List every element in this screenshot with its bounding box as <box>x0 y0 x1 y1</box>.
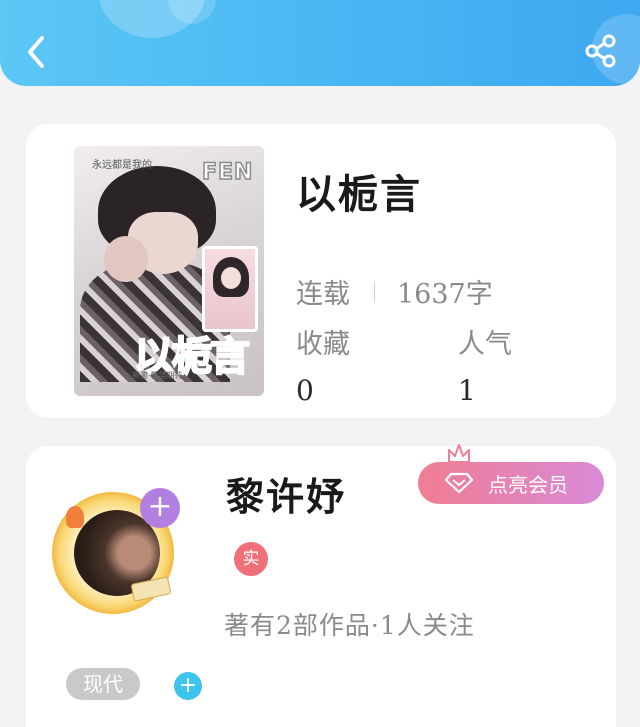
serial-status: 连载 <box>296 279 350 310</box>
diamond-icon <box>444 472 474 494</box>
cover-art <box>221 267 241 289</box>
vip-button-label: 点亮会员 <box>488 472 568 497</box>
genre-tag[interactable]: 现代 <box>66 668 140 700</box>
top-bar <box>0 0 640 86</box>
cover-tagline: 永远都是我的 <box>92 160 152 171</box>
popularity-count: 1 <box>458 374 476 407</box>
book-info-card: 永远都是我的 FEN 以栀言 新書·敬請期待 以栀言 连载 1637字 收藏 人… <box>26 124 616 418</box>
share-icon <box>585 34 616 68</box>
author-stats: 著有2部作品·1人关注 <box>224 611 475 640</box>
vip-button[interactable]: 点亮会员 <box>418 462 604 504</box>
cover-subtitle: 新書·敬請期待 <box>132 371 183 380</box>
book-cover[interactable]: 永远都是我的 FEN 以栀言 新書·敬請期待 <box>74 146 264 396</box>
add-tag-button[interactable]: + <box>174 672 202 700</box>
share-button[interactable] <box>584 34 618 68</box>
cover-art <box>104 236 148 282</box>
word-count: 1637字 <box>397 279 493 310</box>
cover-brand: FEN <box>201 159 254 186</box>
author-card: + 黎许妤 点亮会员 实 著有2部作品·1人关注 现代 + <box>26 444 616 727</box>
divider <box>374 280 375 303</box>
lightbulb-icon <box>66 506 84 528</box>
chevron-left-icon <box>28 36 44 68</box>
favorites-label: 收藏 <box>296 329 350 360</box>
popularity-label: 人气 <box>458 329 512 360</box>
back-button[interactable] <box>22 34 50 70</box>
author-name[interactable]: 黎许妤 <box>226 466 346 521</box>
book-title: 以栀言 <box>296 171 422 218</box>
verified-badge: 实 <box>234 542 268 576</box>
cover-inset-art <box>202 246 258 332</box>
book-status-row: 连载 1637字 <box>296 272 493 311</box>
follow-button[interactable]: + <box>140 488 180 528</box>
favorites-count: 0 <box>296 374 314 407</box>
